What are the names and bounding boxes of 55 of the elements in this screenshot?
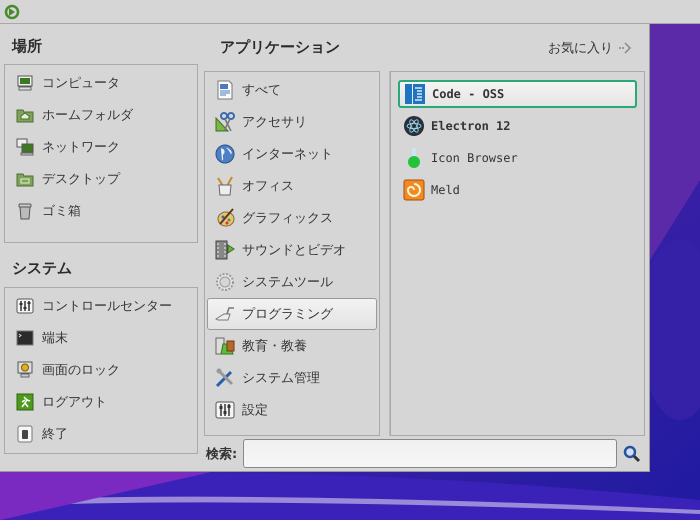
tools-icon — [215, 112, 235, 132]
menu-item[interactable]: デスクトップ — [7, 163, 195, 195]
sliders-icon — [215, 400, 235, 420]
category-item[interactable]: 教育・教養 — [207, 330, 377, 362]
terminal-icon — [16, 329, 34, 347]
menu-item[interactable]: ログアウト — [7, 386, 195, 418]
category-item[interactable]: オフィス — [207, 170, 377, 202]
atom-icon — [403, 115, 425, 137]
globe-icon — [215, 144, 235, 164]
menu-item[interactable]: ゴミ箱 — [7, 195, 195, 227]
menu-item[interactable]: コンピュータ — [7, 67, 195, 99]
document-icon — [215, 80, 235, 100]
section-title: 場所 — [12, 36, 42, 56]
category-item[interactable]: システムツール — [207, 266, 377, 298]
category-item[interactable]: サウンドとビデオ — [207, 234, 377, 266]
trash-icon — [16, 202, 34, 220]
category-item[interactable]: プログラミング — [207, 298, 377, 330]
section-title: システム — [12, 258, 72, 278]
favorites-link[interactable]: お気に入り — [548, 38, 633, 56]
app-item[interactable]: Icon Browser — [398, 144, 637, 172]
category-item[interactable]: インターネット — [207, 138, 377, 170]
menu-item[interactable]: ホームフォルダ — [7, 99, 195, 131]
computer-icon — [16, 74, 34, 92]
category-item[interactable]: アクセサリ — [207, 106, 377, 138]
search-label: 検索: — [206, 446, 238, 462]
search-icon[interactable] — [623, 444, 642, 462]
app-item[interactable]: Meld — [398, 176, 637, 204]
section-title: アプリケーション — [220, 38, 340, 57]
code-editor-icon — [404, 83, 426, 105]
lock-screen-icon — [16, 361, 34, 379]
swirl-icon — [403, 179, 425, 201]
category-item[interactable]: システム管理 — [207, 362, 377, 394]
menu-item[interactable]: 端末 — [7, 322, 195, 354]
menu-item[interactable]: 終了 — [7, 418, 195, 450]
app-item[interactable]: Electron 12 — [398, 112, 637, 140]
menu-item[interactable]: ネットワーク — [7, 131, 195, 163]
palette-icon — [215, 208, 235, 228]
beaker-icon — [215, 336, 235, 356]
category-item[interactable]: 設定 — [207, 394, 377, 426]
search-field[interactable] — [243, 439, 618, 468]
film-strip-icon — [215, 240, 235, 260]
sliders-icon — [16, 297, 34, 315]
wrench-screwdriver-icon — [215, 368, 235, 388]
app-item[interactable]: Code - OSS — [398, 80, 637, 108]
switch-icon — [16, 425, 34, 443]
gear-icon — [215, 272, 235, 292]
menu-item[interactable]: コントロールセンター — [7, 290, 195, 322]
menu-item[interactable]: 画面のロック — [7, 354, 195, 386]
exit-sign-icon — [16, 393, 34, 411]
network-icon — [16, 138, 34, 156]
pencil-cup-icon — [215, 176, 235, 196]
chevron-icon — [617, 40, 633, 56]
category-item[interactable]: グラフィックス — [207, 202, 377, 234]
logo-icon[interactable] — [4, 4, 20, 20]
category-item[interactable]: すべて — [207, 74, 377, 106]
